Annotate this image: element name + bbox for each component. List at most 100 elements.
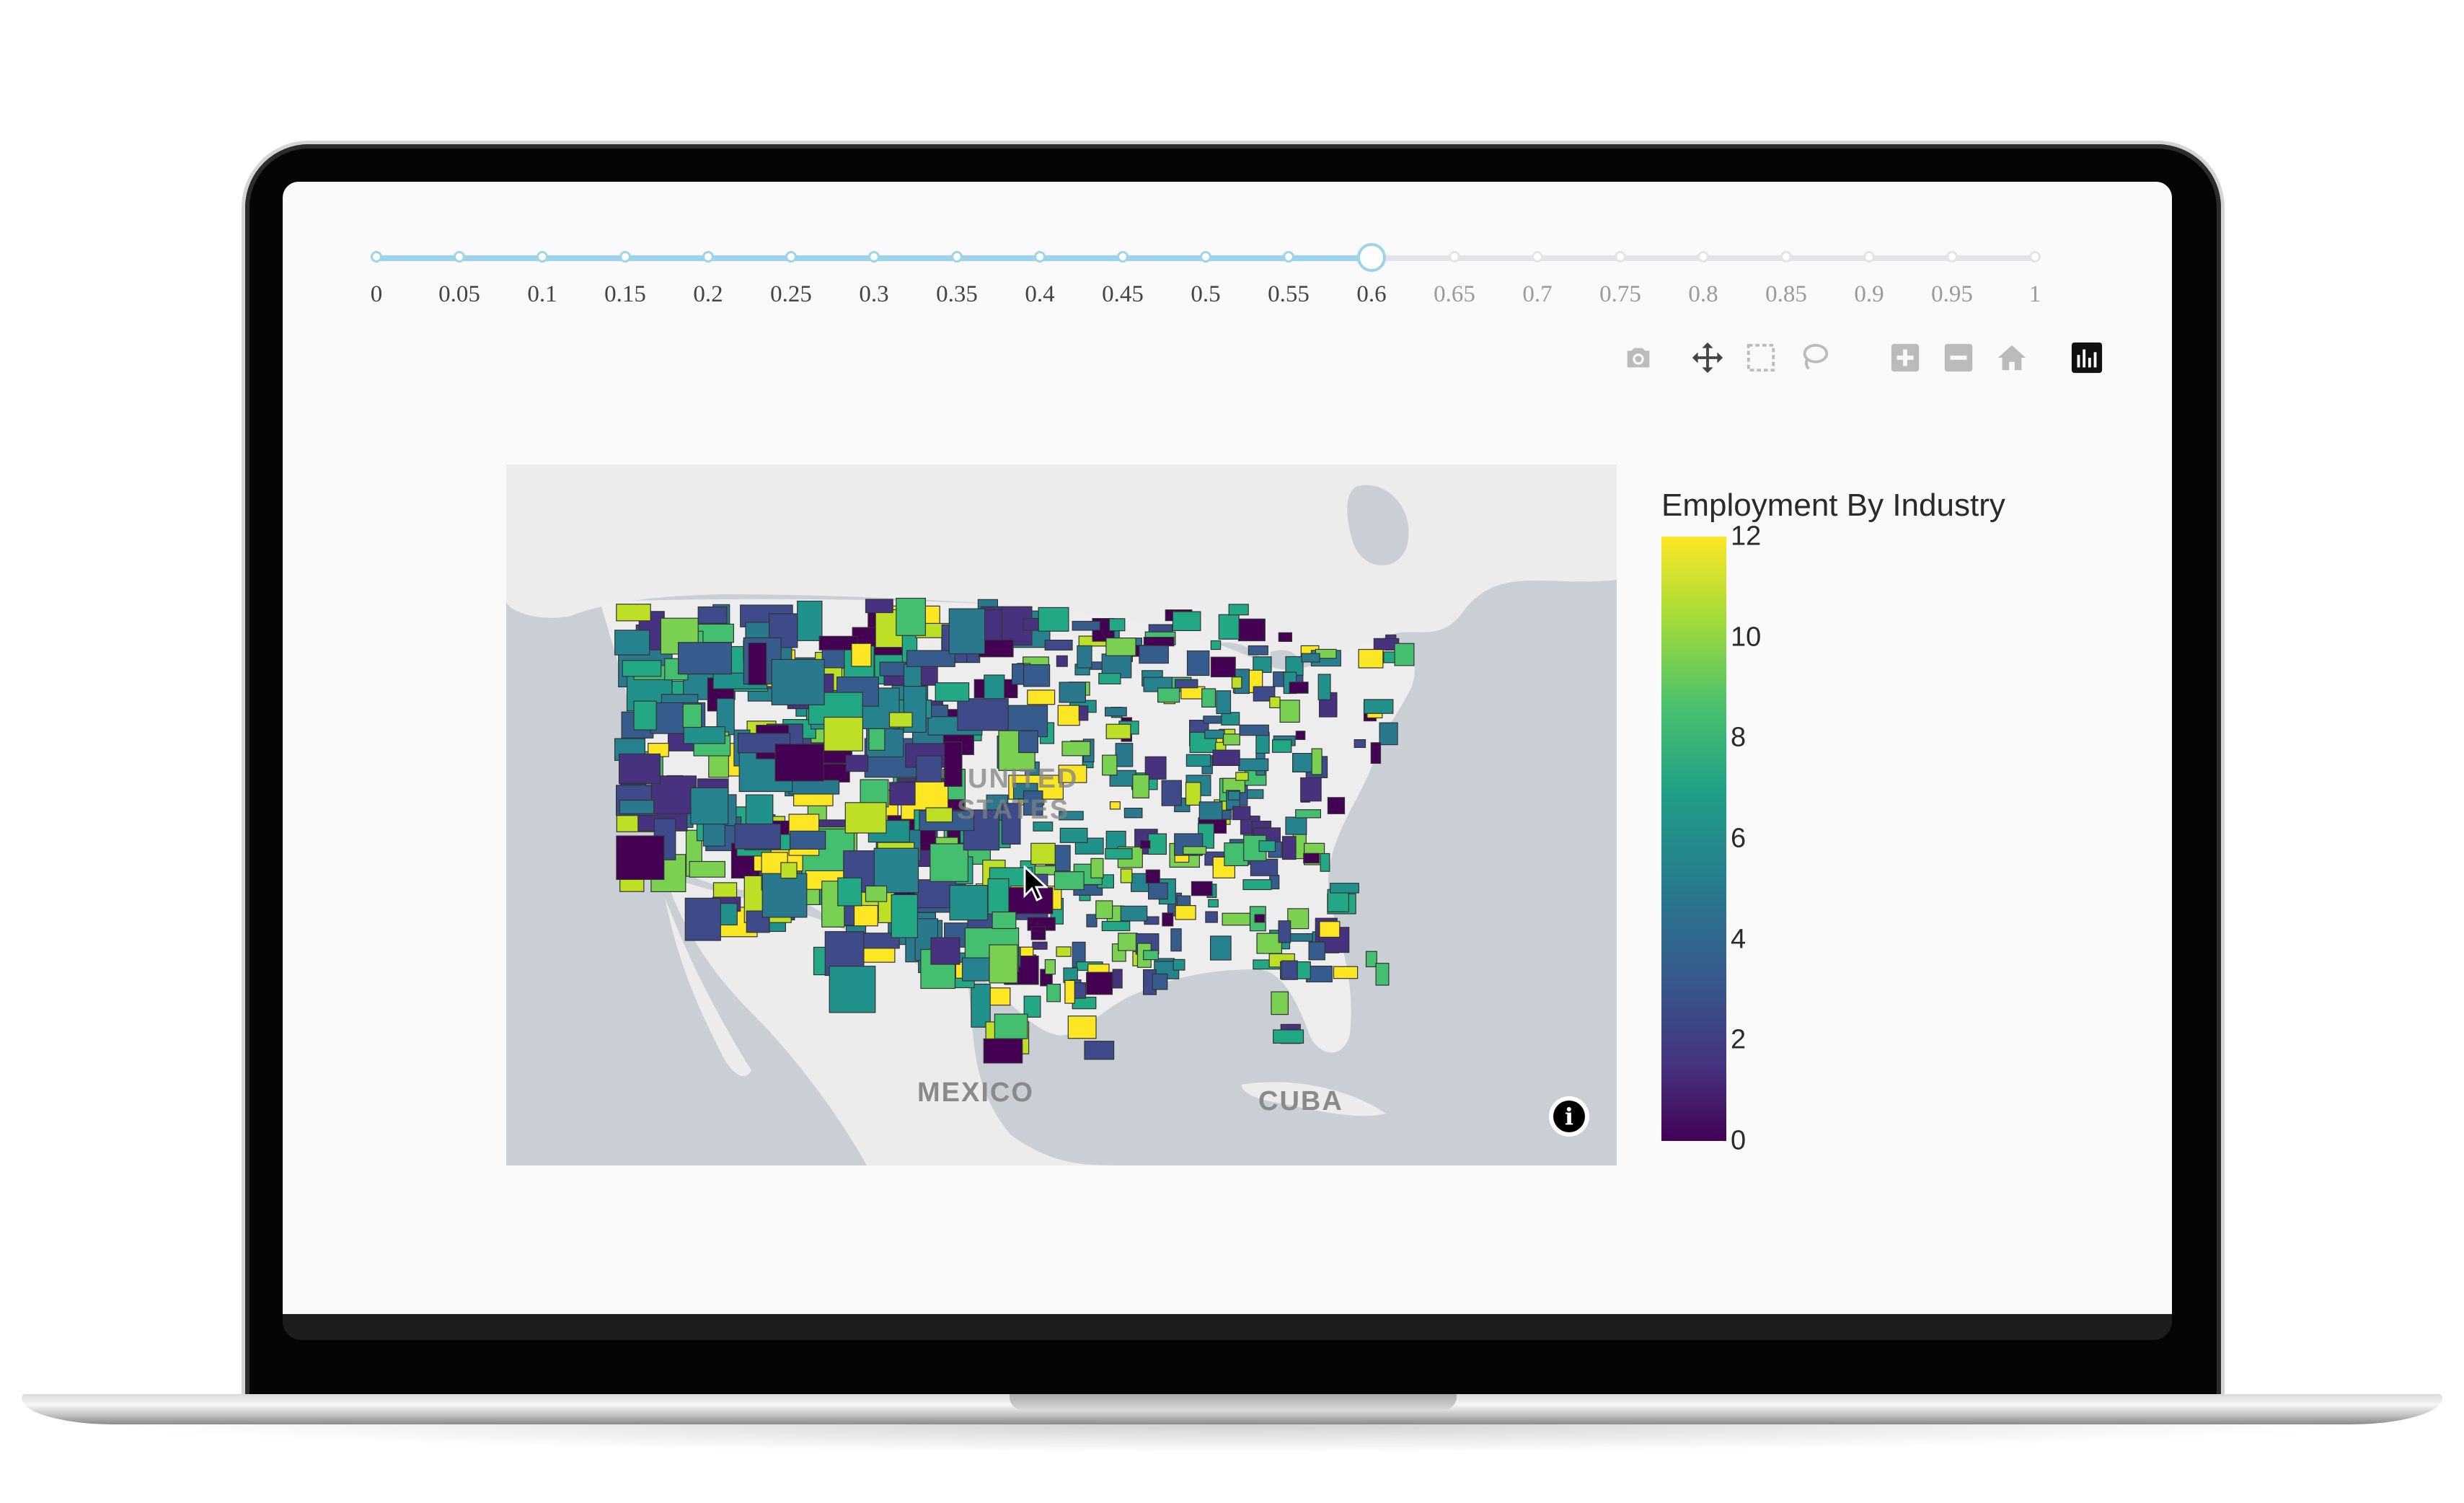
county-region[interactable]	[1205, 911, 1218, 923]
county-region[interactable]	[1186, 650, 1210, 676]
county-region[interactable]	[935, 682, 970, 702]
county-region[interactable]	[1098, 673, 1121, 684]
choropleth-map[interactable]: MEXICO CUBA UNITED STATES i	[506, 464, 1617, 1165]
slider-step-label[interactable]: 0.45	[1102, 281, 1144, 308]
county-region[interactable]	[1327, 797, 1346, 814]
slider-tick[interactable]	[1946, 251, 1958, 263]
county-region[interactable]	[1281, 960, 1298, 980]
county-region[interactable]	[1220, 809, 1232, 820]
county-region[interactable]	[1235, 772, 1249, 781]
slider-step-label[interactable]: 0.15	[604, 281, 646, 308]
county-region[interactable]	[771, 658, 825, 705]
slider-step-label[interactable]: 0.7	[1522, 281, 1552, 308]
slider-step-label[interactable]: 0.05	[438, 281, 480, 308]
county-region[interactable]	[734, 823, 782, 850]
county-region[interactable]	[1285, 816, 1307, 835]
county-region[interactable]	[930, 937, 961, 965]
zoom-out-button[interactable]	[1937, 336, 1980, 379]
county-region[interactable]	[1278, 632, 1293, 643]
county-region[interactable]	[748, 643, 767, 685]
county-region[interactable]	[1286, 933, 1317, 942]
slider-step-label[interactable]: 0.1	[527, 281, 557, 308]
slider-step-label[interactable]: 0.95	[1931, 281, 1973, 308]
county-region[interactable]	[906, 650, 955, 667]
slider-step-label[interactable]: 0.6	[1356, 281, 1386, 308]
county-region[interactable]	[1172, 611, 1201, 632]
county-region[interactable]	[1086, 914, 1098, 927]
county-region[interactable]	[1161, 780, 1183, 806]
county-region[interactable]	[944, 741, 963, 787]
county-region[interactable]	[1174, 679, 1198, 689]
reset-view-button[interactable]	[1990, 336, 2034, 379]
county-region[interactable]	[1109, 801, 1121, 810]
county-region[interactable]	[851, 643, 872, 667]
county-region[interactable]	[1216, 690, 1232, 715]
slider-tick[interactable]	[702, 251, 714, 263]
county-region[interactable]	[1379, 722, 1398, 746]
county-region[interactable]	[1084, 1041, 1115, 1060]
slider-tick[interactable]	[868, 251, 880, 263]
county-region[interactable]	[1311, 748, 1322, 775]
slider-tick[interactable]	[1863, 251, 1875, 263]
county-region[interactable]	[1281, 836, 1297, 860]
county-region[interactable]	[1072, 996, 1097, 1010]
county-region[interactable]	[689, 860, 725, 878]
county-region[interactable]	[745, 794, 774, 825]
county-region[interactable]	[690, 787, 729, 825]
county-region[interactable]	[1365, 951, 1377, 968]
county-region[interactable]	[780, 862, 798, 879]
county-region[interactable]	[1027, 689, 1056, 705]
slider-handle[interactable]	[1357, 243, 1386, 272]
county-region[interactable]	[994, 1013, 1028, 1039]
slider-tick[interactable]	[454, 251, 465, 263]
county-region[interactable]	[1237, 618, 1266, 642]
county-region[interactable]	[1054, 871, 1085, 891]
county-region[interactable]	[684, 897, 721, 941]
county-region[interactable]	[1038, 607, 1069, 632]
county-region[interactable]	[1317, 674, 1331, 700]
county-region[interactable]	[1222, 912, 1253, 926]
county-region[interactable]	[1064, 979, 1075, 1004]
county-region[interactable]	[1123, 808, 1143, 819]
county-region[interactable]	[1271, 991, 1289, 1015]
county-region[interactable]	[1173, 958, 1185, 971]
county-region[interactable]	[682, 703, 702, 728]
threshold-slider[interactable]: 0 0.05 0.1 0.15 0.2 0.25 0.3 0.35 0.4 0.45 0.5 0.55…	[371, 239, 2049, 326]
county-region[interactable]	[1059, 827, 1088, 843]
county-region[interactable]	[1147, 882, 1168, 900]
county-region[interactable]	[1279, 700, 1300, 723]
county-region[interactable]	[1209, 935, 1232, 961]
county-region[interactable]	[622, 660, 662, 677]
county-region[interactable]	[949, 884, 989, 921]
slider-tick[interactable]	[785, 251, 797, 263]
county-region[interactable]	[678, 642, 733, 675]
county-region[interactable]	[1231, 676, 1242, 689]
county-region[interactable]	[1269, 696, 1281, 708]
county-region[interactable]	[1157, 687, 1180, 703]
slider-step-label[interactable]: 0.85	[1765, 281, 1807, 308]
county-region[interactable]	[1204, 729, 1225, 739]
county-region[interactable]	[1139, 645, 1169, 664]
county-region[interactable]	[790, 830, 826, 850]
county-region[interactable]	[1105, 638, 1136, 656]
county-region[interactable]	[1238, 758, 1269, 772]
county-region[interactable]	[1105, 847, 1133, 860]
county-region[interactable]	[1162, 912, 1174, 927]
county-region[interactable]	[971, 983, 991, 1028]
county-region[interactable]	[1308, 941, 1325, 961]
plotly-logo-button[interactable]	[2065, 336, 2108, 379]
county-region[interactable]	[774, 744, 824, 782]
county-region[interactable]	[891, 894, 919, 938]
county-region[interactable]	[1056, 655, 1068, 667]
county-region[interactable]	[992, 911, 1017, 930]
county-region[interactable]	[619, 799, 655, 814]
county-region[interactable]	[788, 780, 840, 795]
county-region[interactable]	[1072, 620, 1100, 631]
county-region[interactable]	[1358, 648, 1384, 669]
county-region[interactable]	[619, 753, 661, 785]
county-region[interactable]	[1201, 688, 1216, 708]
county-region[interactable]	[1059, 682, 1086, 703]
county-region[interactable]	[1370, 742, 1382, 764]
county-region[interactable]	[1222, 733, 1240, 746]
county-region[interactable]	[1295, 809, 1321, 819]
